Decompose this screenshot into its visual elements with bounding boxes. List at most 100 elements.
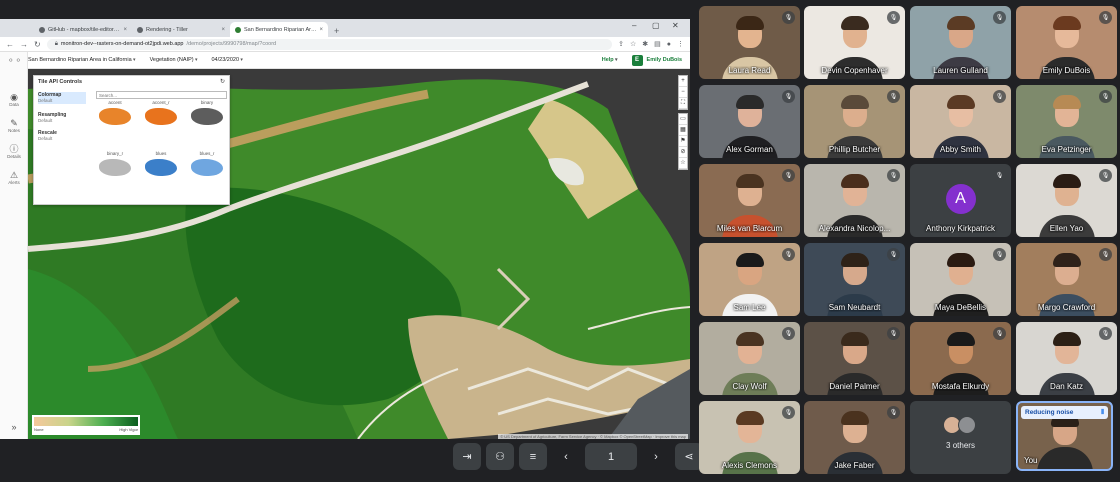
flag-icon[interactable]: ⚑ bbox=[679, 136, 687, 147]
option-rescale[interactable]: Rescale Default bbox=[38, 130, 86, 142]
star-icon[interactable]: ☆ bbox=[679, 158, 687, 169]
zoom-out-icon[interactable]: − bbox=[679, 87, 687, 98]
alert-icon: ⚠ bbox=[9, 170, 19, 180]
browser-tab[interactable]: GitHub - mapbox/tile-editor: Cl... × bbox=[34, 22, 132, 37]
layer-select[interactable]: Vegetation (NAIP) bbox=[150, 57, 198, 63]
participant-name: Alexandra Nicolop... bbox=[818, 224, 891, 233]
star-icon[interactable]: ☆ bbox=[630, 40, 636, 48]
participant-tile[interactable]: 🎙︎ Emily DuBois bbox=[1016, 6, 1117, 79]
participant-tile[interactable]: 🎙︎ Eva Petzinger bbox=[1016, 85, 1117, 158]
colormap-accent-r[interactable]: accent_r bbox=[144, 100, 178, 125]
person-hair bbox=[946, 16, 975, 30]
user-menu[interactable]: E Emily DuBois bbox=[631, 54, 690, 66]
participant-tile[interactable]: 🎙︎ Alexandra Nicolop... bbox=[804, 164, 905, 237]
rail-details[interactable]: ⓘ Details bbox=[0, 144, 28, 159]
menu-icon[interactable]: ⋮ bbox=[677, 40, 684, 48]
maximize-icon[interactable]: ▢ bbox=[652, 21, 660, 30]
present-icon[interactable]: ⇥ bbox=[453, 443, 481, 470]
person-hair bbox=[735, 411, 764, 425]
person-hair bbox=[1052, 253, 1081, 267]
colormap-binary[interactable]: binary bbox=[190, 100, 224, 125]
refresh-icon[interactable]: ↻ bbox=[220, 78, 225, 85]
participant-tile[interactable]: A 🎙︎ Anthony Kirkpatrick bbox=[910, 164, 1011, 237]
participant-tile[interactable]: 🎙︎ Devin Copenhaver bbox=[804, 6, 905, 79]
participant-name: Eva Petzinger bbox=[1041, 145, 1092, 154]
expand-icon[interactable]: » bbox=[0, 422, 28, 432]
colormap-blues-r[interactable]: blues_r bbox=[190, 151, 224, 176]
add-people-icon[interactable]: ⚇ bbox=[486, 443, 514, 470]
person-hair bbox=[840, 16, 869, 30]
back-icon[interactable]: ← bbox=[6, 40, 14, 49]
participant-tile[interactable]: 🎙︎ Ellen Yao bbox=[1016, 164, 1117, 237]
rail-notes[interactable]: ✎ Notes bbox=[0, 118, 28, 133]
basemap-icon[interactable]: ▦ bbox=[679, 125, 687, 136]
colormap-accent[interactable]: accent bbox=[98, 100, 132, 125]
close-icon[interactable]: × bbox=[221, 27, 225, 33]
person-hair bbox=[840, 332, 869, 346]
mic-muted-icon: 🎙︎ bbox=[782, 90, 795, 103]
sidebar-icon[interactable]: ▤ bbox=[654, 40, 661, 48]
new-tab-button[interactable]: + bbox=[328, 26, 345, 37]
panel-title: Tile API Controls bbox=[38, 79, 83, 85]
self-tile[interactable]: Reducing noise ⦀ You bbox=[1016, 401, 1113, 471]
participant-tile[interactable]: 🎙︎ Alexis Clemons bbox=[699, 401, 800, 474]
participant-tile[interactable]: 🎙︎ Alex Gorman bbox=[699, 85, 800, 158]
participant-tile[interactable]: 🎙︎ Abby Smith bbox=[910, 85, 1011, 158]
map-canvas[interactable]: Tile API Controls ↻ Colormap Default Resa… bbox=[28, 69, 690, 439]
participant-tile[interactable]: 🎙︎ Sam Neubardt bbox=[804, 243, 905, 316]
participant-tile[interactable]: 🎙︎ Miles van Blarcum bbox=[699, 164, 800, 237]
participant-tile[interactable]: 🎙︎ Jake Faber bbox=[804, 401, 905, 474]
edit-icon: ✎ bbox=[10, 118, 18, 128]
participant-tile[interactable]: 🎙︎ Daniel Palmer bbox=[804, 322, 905, 395]
extensions-icon[interactable]: ✱ bbox=[642, 40, 648, 48]
others-tile[interactable]: 3 others bbox=[910, 401, 1011, 474]
url-field[interactable]: 🔒︎ monitron-dev--rasters-on-demand-ot2jp… bbox=[46, 38, 613, 50]
profile-icon[interactable]: ● bbox=[667, 41, 671, 48]
layers-icon[interactable]: ▭ bbox=[679, 114, 687, 125]
mic-muted-icon: 🎙︎ bbox=[993, 11, 1006, 24]
reload-icon[interactable]: ↻ bbox=[34, 40, 41, 49]
mic-muted-icon: 🎙︎ bbox=[993, 327, 1006, 340]
close-icon[interactable]: × bbox=[123, 27, 127, 33]
forward-icon[interactable]: → bbox=[20, 40, 28, 49]
zoom-in-icon[interactable]: + bbox=[679, 76, 687, 87]
colormap-binary-r[interactable]: binary_r bbox=[98, 151, 132, 176]
tile-api-panel: Tile API Controls ↻ Colormap Default Resa… bbox=[33, 75, 230, 205]
colormap-search-input[interactable] bbox=[96, 91, 227, 99]
participant-tile[interactable]: 🎙︎ Maya DeBellis bbox=[910, 243, 1011, 316]
mic-muted-icon: 🎙︎ bbox=[782, 327, 795, 340]
project-select[interactable]: San Bernardino Riparian Area in Californ… bbox=[28, 57, 136, 63]
pencil-icon[interactable]: ⊘ bbox=[679, 147, 687, 158]
prev-page-icon[interactable]: ‹ bbox=[552, 443, 580, 470]
mic-muted-icon: 🎙︎ bbox=[782, 11, 795, 24]
participant-tile[interactable]: 🎙︎ Phillip Butcher bbox=[804, 85, 905, 158]
date-select[interactable]: 04/23/2020 bbox=[212, 57, 243, 63]
participant-tile[interactable]: 🎙︎ Clay Wolf bbox=[699, 322, 800, 395]
colormap-blues[interactable]: blues bbox=[144, 151, 178, 176]
list-icon[interactable]: ≡ bbox=[519, 443, 547, 470]
option-colormap[interactable]: Colormap Default bbox=[38, 92, 86, 104]
option-resampling[interactable]: Resampling Default bbox=[38, 112, 86, 124]
browser-tab-active[interactable]: San Bernardino Riparian Area in...× bbox=[230, 22, 328, 37]
avatar bbox=[958, 416, 976, 434]
rail-data[interactable]: ◉ Data bbox=[0, 92, 28, 107]
participant-tile[interactable]: 🎙︎ Mostafa Elkurdy bbox=[910, 322, 1011, 395]
close-icon[interactable]: × bbox=[319, 27, 323, 33]
map-attribution[interactable]: © US Department of Agriculture, Farm Ser… bbox=[498, 434, 688, 439]
participant-tile[interactable]: 🎙︎ Margo Crawford bbox=[1016, 243, 1117, 316]
next-page-icon[interactable]: › bbox=[642, 443, 670, 470]
participant-tile[interactable]: 🎙︎ Laura Read bbox=[699, 6, 800, 79]
fullscreen-icon[interactable]: ⛶ bbox=[679, 98, 687, 109]
mic-muted-icon: 🎙︎ bbox=[1099, 90, 1112, 103]
noise-status: Reducing noise bbox=[1025, 409, 1074, 416]
participant-tile[interactable]: 🎙︎ Lauren Gulland bbox=[910, 6, 1011, 79]
share-icon[interactable]: ⇪ bbox=[618, 40, 624, 48]
participant-tile[interactable]: 🎙︎ Sam Lee bbox=[699, 243, 800, 316]
minimize-icon[interactable]: – bbox=[632, 21, 636, 30]
help-menu[interactable]: Help bbox=[602, 57, 618, 63]
rail-alerts[interactable]: ⚠ Alerts bbox=[0, 170, 28, 185]
close-window-icon[interactable]: ✕ bbox=[672, 21, 679, 30]
map-legend: None High Vigor bbox=[32, 415, 140, 435]
browser-tab[interactable]: Rendering - Tiller × bbox=[132, 22, 230, 37]
participant-tile[interactable]: 🎙︎ Dan Katz bbox=[1016, 322, 1117, 395]
